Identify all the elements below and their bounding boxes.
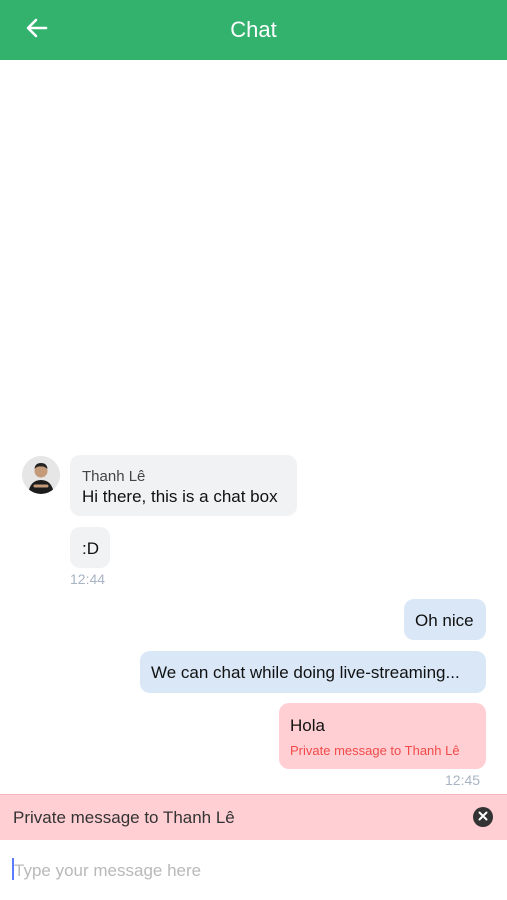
text-caret (12, 858, 14, 880)
incoming-message-bubble: :D (70, 527, 110, 568)
private-message-bubble: Hola Private message to Thanh Lê (279, 703, 486, 769)
message-composer (0, 841, 507, 900)
message-text: :D (82, 539, 99, 558)
sender-name: Thanh Lê (82, 468, 146, 485)
app-header: Chat (0, 0, 507, 60)
outgoing-message-bubble: Oh nice (404, 599, 486, 640)
message-text: Hi there, this is a chat box (82, 487, 278, 506)
page-title: Chat (230, 17, 277, 42)
message-text: Oh nice (415, 611, 474, 630)
private-message-bar-label: Private message to Thanh Lê (13, 808, 235, 827)
message-timestamp: 12:44 (70, 571, 106, 587)
message-timestamp: 12:45 (445, 772, 481, 788)
private-message-bar: Private message to Thanh Lê (0, 794, 507, 840)
private-message-note: Private message to Thanh Lê (290, 743, 460, 758)
close-icon (478, 808, 488, 826)
message-text: Hola (290, 716, 325, 735)
outgoing-message-bubble: We can chat while doing live-streaming..… (140, 651, 486, 693)
incoming-message-bubble: Thanh Lê Hi there, this is a chat box (70, 455, 297, 516)
message-text: We can chat while doing live-streaming..… (151, 663, 460, 682)
avatar[interactable] (22, 456, 60, 494)
message-input[interactable] (12, 857, 482, 885)
close-private-button[interactable] (473, 807, 493, 827)
